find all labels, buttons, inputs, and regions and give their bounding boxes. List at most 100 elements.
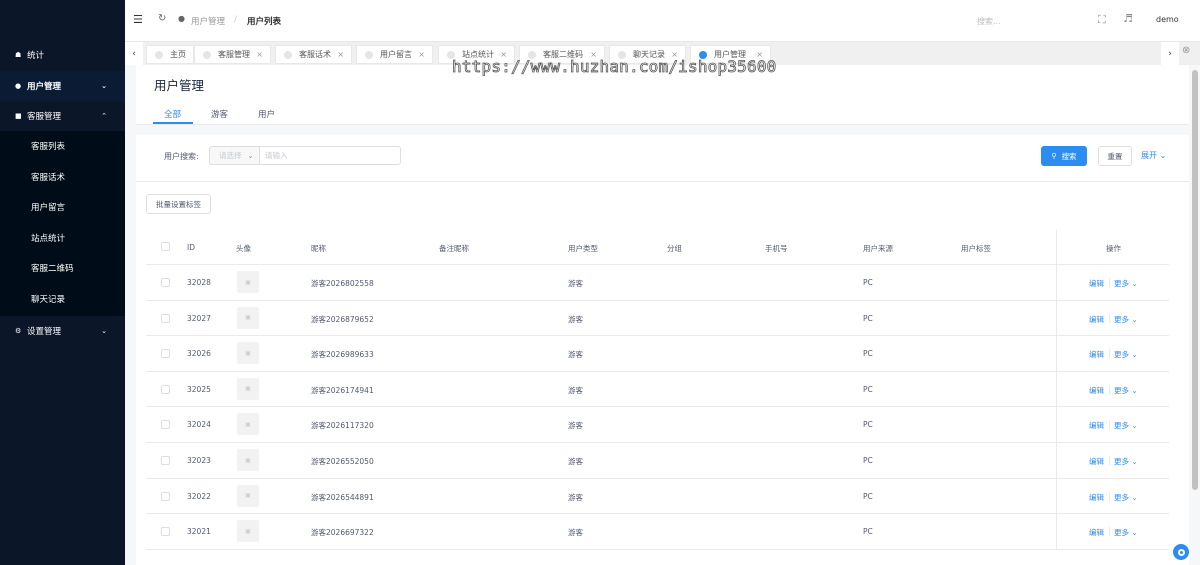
sidebar-item-users[interactable]: ● 用户管理 ⌄ — [0, 71, 125, 101]
tab-label: 客服管理 — [218, 50, 250, 59]
bell-icon[interactable]: ♬ — [1123, 12, 1133, 25]
close-icon[interactable]: × — [418, 50, 425, 59]
more-label: 更多 — [1114, 492, 1129, 502]
more-dropdown[interactable]: 更多 ⌄ — [1114, 278, 1138, 289]
edit-link[interactable]: 编辑 — [1089, 385, 1104, 396]
sidebar: ☗ 统计 ● 用户管理 ⌄ ■ 客服管理 ⌃ 客服列表 客服话术 用户留言 站点… — [0, 0, 125, 565]
submenu-item-chat-log[interactable]: 聊天记录 — [0, 284, 125, 314]
action-divider — [1109, 527, 1110, 537]
avatar: ▣ — [237, 484, 259, 507]
cell-nickname: 游客2026989633 — [311, 350, 374, 360]
filter-tab-guest[interactable]: 游客 — [211, 108, 228, 120]
edit-link[interactable]: 编辑 — [1089, 527, 1104, 538]
table-row: ▣ 32022 游客2026544891 游客 PC 编辑 更多 ⌄ — [146, 478, 1169, 515]
sidebar-item-service[interactable]: ■ 客服管理 ⌃ — [0, 101, 125, 131]
filter-tab-user[interactable]: 用户 — [258, 108, 275, 120]
search-button[interactable]: ⚲ 搜索 — [1041, 146, 1087, 166]
cell-source: PC — [863, 491, 873, 501]
close-all-tabs-icon[interactable]: ⊗ — [1182, 45, 1190, 56]
row-checkbox[interactable] — [161, 278, 170, 287]
row-checkbox[interactable] — [161, 420, 170, 430]
header-search-input[interactable]: 搜索... — [977, 16, 1001, 27]
more-dropdown[interactable]: 更多 ⌄ — [1114, 527, 1138, 538]
select-placeholder: 请选择 — [219, 151, 242, 160]
table-row: ▣ 32026 游客2026989633 游客 PC 编辑 更多 ⌄ — [146, 336, 1169, 372]
breadcrumb-parent[interactable]: 用户管理 — [191, 15, 225, 27]
more-dropdown[interactable]: 更多 ⌄ — [1114, 349, 1138, 360]
user-name[interactable]: demo — [1156, 15, 1179, 24]
row-checkbox[interactable] — [161, 349, 170, 359]
submenu-item-scripts[interactable]: 客服话术 — [0, 162, 125, 192]
tab-service[interactable]: 客服管理 × — [194, 45, 271, 64]
menu-toggle-icon[interactable]: ☰ — [133, 13, 143, 26]
search-button-label: 搜索 — [1061, 151, 1077, 161]
more-dropdown[interactable]: 更多 ⌄ — [1114, 456, 1138, 467]
sidebar-item-label: 设置管理 — [27, 327, 62, 337]
edit-link[interactable]: 编辑 — [1089, 349, 1104, 360]
table-header: ID 头像 昵称 备注昵称 用户类型 分组 手机号 用户来源 用户标签 操作 — [146, 230, 1169, 265]
fullscreen-icon[interactable]: ⛶ — [1098, 13, 1106, 27]
submenu-label: 客服二维码 — [31, 264, 74, 274]
sidebar-item-stats[interactable]: ☗ 统计 — [0, 40, 125, 70]
col-source: 用户来源 — [863, 244, 893, 253]
tab-home[interactable]: 主页 — [146, 45, 194, 64]
search-icon: ⚲ — [1051, 152, 1057, 160]
tab-messages[interactable]: 用户留言 × — [356, 45, 433, 64]
sidebar-item-settings[interactable]: ⚙ 设置管理 ⌄ — [0, 316, 125, 346]
col-group: 分组 — [667, 244, 682, 253]
edit-link[interactable]: 编辑 — [1089, 492, 1104, 503]
tab-dot — [203, 50, 211, 59]
edit-link[interactable]: 编辑 — [1089, 314, 1104, 325]
tabs-next-icon[interactable]: › — [1161, 42, 1179, 65]
reset-button[interactable]: 重置 — [1098, 146, 1132, 166]
column-divider — [1056, 230, 1057, 265]
select-all-checkbox[interactable] — [161, 242, 170, 251]
breadcrumb-separator: / — [234, 15, 237, 25]
more-dropdown[interactable]: 更多 ⌄ — [1114, 385, 1138, 396]
action-divider — [1109, 456, 1110, 465]
avatar: ▣ — [237, 306, 259, 329]
filter-tab-all[interactable]: 全部 — [164, 108, 181, 120]
scrollbar[interactable] — [1190, 65, 1200, 565]
edit-link[interactable]: 编辑 — [1089, 456, 1104, 467]
top-header: ☰ ↻ ● 用户管理 / 用户列表 搜索... ⛶ ♬ demo — [125, 0, 1200, 41]
close-icon[interactable]: × — [256, 50, 263, 59]
edit-link[interactable]: 编辑 — [1089, 278, 1104, 289]
scrollbar-thumb[interactable] — [1192, 70, 1198, 490]
submenu-item-qrcode[interactable]: 客服二维码 — [0, 253, 125, 283]
edit-link[interactable]: 编辑 — [1089, 420, 1104, 431]
search-input[interactable]: 请输入 — [259, 146, 401, 165]
expand-label: 展开 — [1141, 151, 1157, 160]
chat-bubble-icon[interactable] — [1173, 544, 1189, 560]
sidebar-item-label: 客服管理 — [27, 112, 62, 122]
chevron-down-icon: ⌄ — [1131, 492, 1138, 502]
more-label: 更多 — [1114, 421, 1129, 431]
tabs-prev-icon[interactable]: ‹ — [125, 42, 143, 65]
column-divider — [1056, 443, 1057, 478]
search-type-select[interactable]: 请选择 ⌄ — [209, 146, 260, 165]
row-checkbox[interactable] — [161, 527, 170, 537]
cell-source: PC — [863, 278, 873, 287]
chevron-down-icon: ⌄ — [1131, 314, 1138, 324]
refresh-icon[interactable]: ↻ — [158, 13, 166, 24]
tab-scripts[interactable]: 客服话术 × — [275, 45, 352, 64]
submenu-item-site-stats[interactable]: 站点统计 — [0, 223, 125, 253]
more-dropdown[interactable]: 更多 ⌄ — [1114, 492, 1138, 503]
submenu-item-messages[interactable]: 用户留言 — [0, 192, 125, 222]
more-dropdown[interactable]: 更多 ⌄ — [1114, 420, 1138, 431]
user-icon: ● — [178, 14, 185, 23]
action-divider — [1109, 420, 1110, 430]
chevron-down-icon: ⌄ — [1131, 279, 1138, 288]
avatar: ▣ — [237, 377, 259, 400]
close-icon[interactable]: × — [337, 50, 344, 59]
submenu-item-service-list[interactable]: 客服列表 — [0, 131, 125, 161]
expand-link[interactable]: 展开 ⌄ — [1141, 150, 1166, 161]
table-row: ▣ 32024 游客2026117320 游客 PC 编辑 更多 ⌄ — [146, 407, 1169, 443]
row-checkbox[interactable] — [161, 384, 170, 394]
row-checkbox[interactable] — [161, 456, 170, 465]
batch-set-tags-button[interactable]: 批量设置标签 — [146, 194, 211, 214]
more-dropdown[interactable]: 更多 ⌄ — [1114, 314, 1138, 325]
row-checkbox[interactable] — [161, 313, 170, 323]
row-checkbox[interactable] — [161, 491, 170, 501]
column-divider — [1056, 478, 1057, 514]
